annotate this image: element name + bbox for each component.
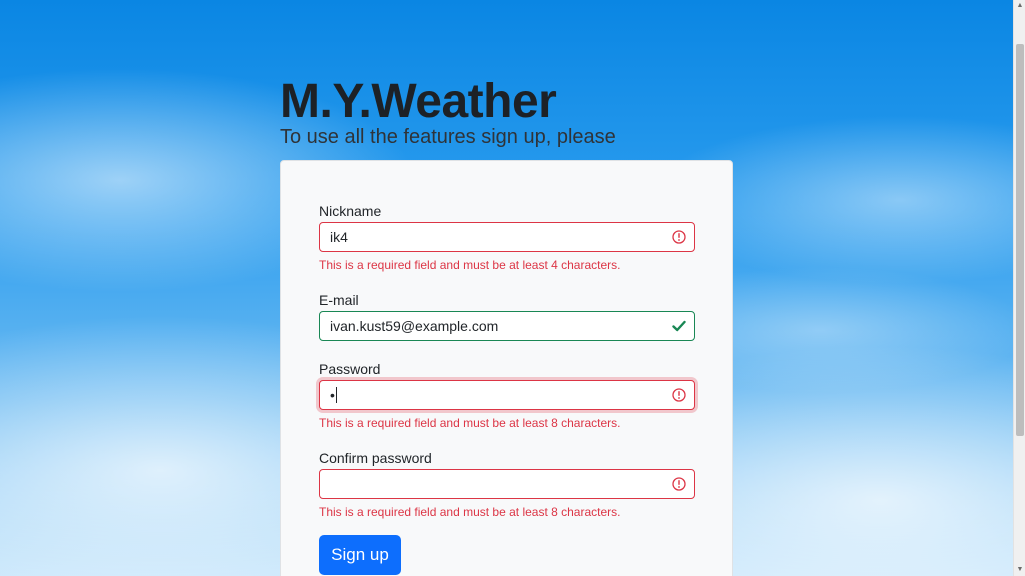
vertical-scrollbar[interactable]: ▲ ▼ bbox=[1013, 0, 1025, 576]
checkmark-icon bbox=[672, 320, 686, 332]
nickname-label: Nickname bbox=[319, 203, 382, 219]
password-group: Password • This is a required field and … bbox=[319, 360, 695, 431]
password-error: This is a required field and must be at … bbox=[319, 416, 621, 430]
confirm-password-error: This is a required field and must be at … bbox=[319, 505, 621, 519]
scroll-up-arrow-icon[interactable]: ▲ bbox=[1014, 0, 1025, 12]
nickname-input[interactable]: ik4 bbox=[319, 222, 695, 252]
scroll-thumb[interactable] bbox=[1016, 44, 1024, 436]
alert-circle-icon bbox=[672, 388, 686, 402]
text-caret bbox=[335, 387, 337, 403]
signup-card: Nickname ik4 This is a required field an… bbox=[280, 160, 733, 576]
nickname-error: This is a required field and must be at … bbox=[319, 258, 621, 272]
page-subtitle: To use all the features sign up, please bbox=[280, 126, 616, 148]
sign-up-button[interactable]: Sign up bbox=[319, 535, 401, 575]
password-label: Password bbox=[319, 361, 381, 377]
nickname-group: Nickname ik4 This is a required field an… bbox=[319, 202, 695, 273]
alert-circle-icon bbox=[672, 230, 686, 244]
email-value: ivan.kust59@example.com bbox=[330, 318, 499, 334]
email-input[interactable]: ivan.kust59@example.com bbox=[319, 311, 695, 341]
password-input[interactable]: • bbox=[319, 380, 695, 410]
confirm-password-group: Confirm password This is a required fiel… bbox=[319, 449, 695, 520]
password-value: • bbox=[330, 387, 335, 403]
scroll-down-arrow-icon[interactable]: ▼ bbox=[1014, 564, 1025, 576]
email-group: E-mail ivan.kust59@example.com bbox=[319, 291, 695, 341]
page-title: M.Y.Weather bbox=[280, 75, 557, 128]
email-label: E-mail bbox=[319, 292, 359, 308]
confirm-password-input[interactable] bbox=[319, 469, 695, 499]
nickname-value: ik4 bbox=[330, 229, 348, 245]
confirm-password-label: Confirm password bbox=[319, 450, 432, 466]
alert-circle-icon bbox=[672, 477, 686, 491]
